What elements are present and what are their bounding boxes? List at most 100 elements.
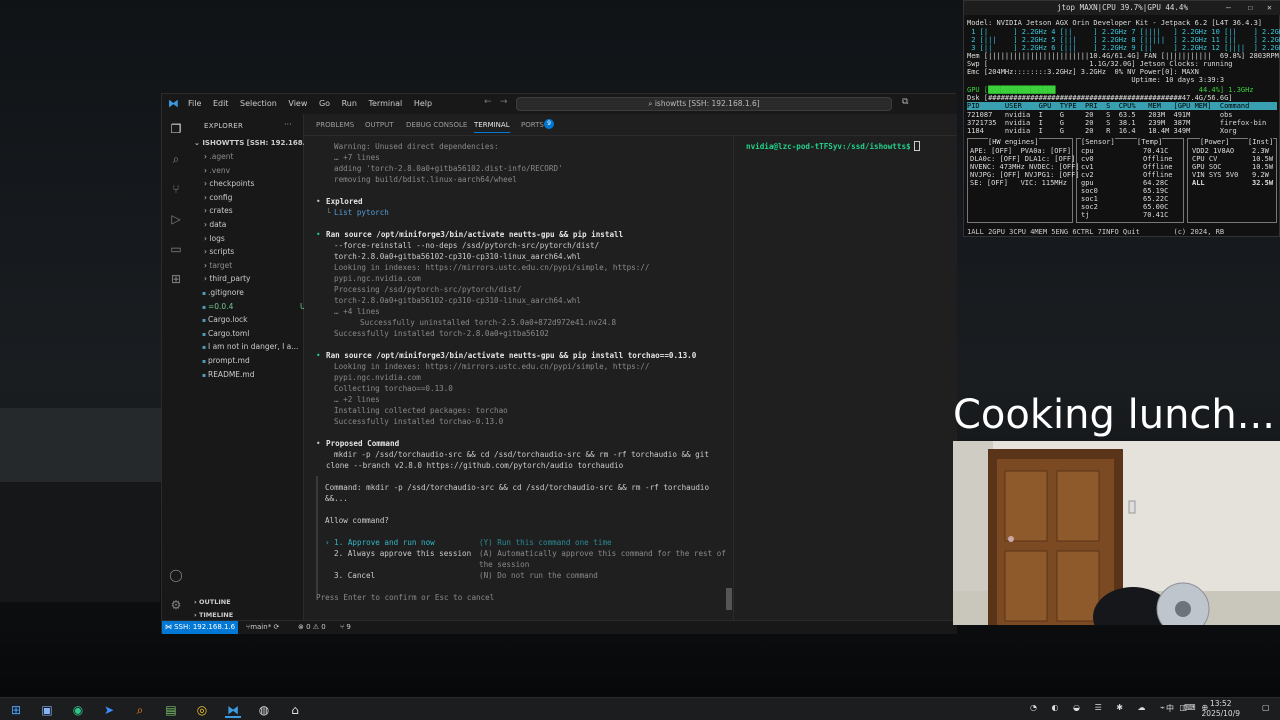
forward-arrow-icon[interactable]: →: [500, 97, 508, 107]
powershell-icon[interactable]: ➤: [101, 702, 117, 718]
explorer-item[interactable]: ▪ =0.0.4 U: [202, 300, 316, 313]
outline-section[interactable]: › OUTLINE: [194, 596, 308, 609]
remote-explorer-icon[interactable]: ▭: [169, 242, 183, 256]
option-approve-once[interactable]: › 1. Approve and run now: [325, 537, 435, 548]
explorer-item[interactable]: › target: [204, 259, 318, 272]
back-arrow-icon[interactable]: ←: [484, 97, 492, 107]
sensor-temp: Offline: [1143, 163, 1173, 171]
explorer-item[interactable]: ▪ Cargo.lock: [202, 313, 316, 326]
power-rail: CPU CV: [1192, 155, 1218, 163]
term-heading: Proposed Command: [326, 439, 400, 448]
notepad-icon[interactable]: ▤: [163, 702, 179, 718]
explorer-files-icon[interactable]: ❐: [169, 122, 183, 136]
tab-problems[interactable]: PROBLEMS: [316, 121, 354, 129]
jtop-process-row[interactable]: 721087 nvidia I G 20 S 63.5 203M 491M ob…: [967, 111, 1233, 119]
terminal-shell-pane[interactable]: nvidia@lzc-pod-tTFSyv:/ssd/ishowtts$: [736, 136, 957, 620]
tab-debug-console[interactable]: DEBUG CONSOLE: [406, 121, 467, 129]
explorer-item[interactable]: › config: [204, 191, 318, 204]
term-line: Looking in indexes: https://mirrors.ustc…: [334, 362, 650, 371]
term-line: Warning: Unused direct dependencies:: [334, 142, 499, 151]
jtop-footer-menu[interactable]: 1ALL 2GPU 3CPU 4MEM 5ENG 6CTRL 7INFO Qui…: [967, 228, 1224, 236]
jtop-mem: Mem [||||||||||||||||||||||||10.4G/61.4G…: [967, 52, 1279, 60]
explorer-item[interactable]: ▪ I am not in danger, I a...: [202, 340, 316, 353]
sensor-temp: 65.19C: [1143, 187, 1169, 195]
obs-icon[interactable]: ◍: [256, 702, 272, 718]
copilot-icon[interactable]: ⧉: [902, 97, 908, 107]
task-view-icon[interactable]: ▣: [39, 702, 55, 718]
terminal-scrollbar[interactable]: [726, 588, 732, 610]
explorer-root-folder[interactable]: ⌄ ISHOWTTS [SSH: 192.168.1.6]: [194, 137, 308, 150]
explorer-item[interactable]: › scripts: [204, 245, 318, 258]
explorer-item[interactable]: › data: [204, 218, 318, 231]
command-center-search[interactable]: ⌕ ishowtts [SSH: 192.168.1.6]: [516, 97, 892, 111]
power-value: 10.5W: [1252, 163, 1274, 171]
jtop-process-row[interactable]: 1184 nvidia I G 20 R 16.4 18.4M 349M Xor…: [967, 127, 1237, 135]
term-line: Collecting torchao==0.13.0: [334, 384, 453, 393]
menu-go[interactable]: Go: [319, 99, 330, 108]
explorer-item[interactable]: › checkpoints: [204, 177, 318, 190]
account-icon[interactable]: ◯: [169, 568, 183, 582]
explorer-item-label: Cargo.toml: [207, 328, 250, 338]
explorer-item[interactable]: › .agent: [204, 150, 318, 163]
menu-selection[interactable]: Selection: [240, 99, 277, 108]
menu-help[interactable]: Help: [414, 99, 432, 108]
power-rail: VDD2 1V8AO: [1192, 147, 1235, 155]
explorer-item-label: Cargo.lock: [207, 315, 248, 325]
ports-status[interactable]: ⑂ 9: [340, 623, 351, 631]
jtop-process-row[interactable]: 3721735 nvidia I G 20 S 38.1 239M 387M f…: [967, 119, 1266, 127]
explorer-item[interactable]: ▪ prompt.md: [202, 354, 316, 367]
tab-ports[interactable]: PORTS: [521, 121, 544, 129]
minimize-icon[interactable]: –: [1226, 3, 1231, 12]
ime-indicator[interactable]: 中: [1166, 703, 1174, 714]
explorer-item[interactable]: › logs: [204, 232, 318, 245]
app-icon[interactable]: ◉: [70, 702, 86, 718]
sensor-temp: 70.41C: [1143, 211, 1169, 219]
run-debug-icon[interactable]: ▷: [169, 212, 183, 226]
notification-icon[interactable]: ▢: [1262, 703, 1270, 712]
explorer-item-label: .venv: [209, 165, 231, 175]
explorer-item[interactable]: › crates: [204, 204, 318, 217]
menu-run[interactable]: Run: [342, 99, 357, 108]
keyboard-icon[interactable]: ⌨: [1184, 703, 1196, 712]
tab-terminal[interactable]: TERMINAL: [474, 121, 510, 133]
explorer-item[interactable]: ▪ Cargo.toml: [202, 327, 316, 340]
sensor-temp: 65.22C: [1143, 195, 1169, 203]
power-value: 9.2W: [1252, 171, 1269, 179]
explorer-item-label: target: [209, 260, 233, 270]
sensor-name: soc2: [1081, 203, 1098, 211]
explorer-item[interactable]: › .venv: [204, 164, 318, 177]
problems-status[interactable]: ⊗ 0 ⚠ 0: [298, 623, 326, 631]
menu-terminal[interactable]: Terminal: [368, 99, 402, 108]
explorer-item[interactable]: ▪ .gitignore: [202, 286, 316, 299]
menu-file[interactable]: File: [188, 99, 201, 108]
menu-view[interactable]: View: [288, 99, 307, 108]
branch-status[interactable]: ⑂main* ⟳: [246, 623, 279, 631]
jtop-disk: Dsk [###################################…: [967, 94, 1233, 102]
source-control-icon[interactable]: ⑂: [169, 182, 183, 196]
terminal-app-icon[interactable]: ⌂: [287, 702, 303, 718]
start-windows-icon[interactable]: ⊞: [8, 702, 24, 718]
clock[interactable]: 13:52 2025/10/9: [1202, 699, 1240, 719]
remote-indicator[interactable]: ⋈ SSH: 192.168.1.6: [162, 621, 238, 634]
jtop-swap: Swp [ 1.1G/32.0G] Jetson Clocks: running: [967, 60, 1233, 68]
more-actions-icon[interactable]: ···: [284, 120, 292, 129]
gear-icon[interactable]: ⚙: [169, 598, 183, 612]
term-line: clone --branch v2.8.0 https://github.com…: [326, 461, 624, 470]
extensions-icon[interactable]: ⊞: [169, 272, 183, 286]
tab-output[interactable]: OUTPUT: [365, 121, 394, 129]
search-icon[interactable]: ⌕: [169, 152, 183, 166]
terminal-codex-pane[interactable]: Warning: Unused direct dependencies: … +…: [304, 136, 734, 620]
chrome-icon[interactable]: ◎: [194, 702, 210, 718]
option-approve-session[interactable]: 2. Always approve this session: [334, 548, 471, 559]
term-line: &&...: [325, 494, 348, 503]
close-icon[interactable]: ✕: [1267, 3, 1272, 12]
vscode-taskbar-icon[interactable]: ⧓: [225, 702, 241, 718]
search-icon[interactable]: ⌕: [132, 702, 148, 718]
explorer-item[interactable]: › third_party: [204, 272, 318, 285]
maximize-icon[interactable]: ☐: [1248, 3, 1253, 12]
option-cancel[interactable]: 3. Cancel: [334, 570, 375, 581]
menu-edit[interactable]: Edit: [213, 99, 229, 108]
explorer-item-label: logs: [209, 233, 225, 243]
term-line: Processing /ssd/pytorch-src/pytorch/dist…: [334, 285, 522, 294]
explorer-item[interactable]: ▪ README.md: [202, 368, 316, 381]
